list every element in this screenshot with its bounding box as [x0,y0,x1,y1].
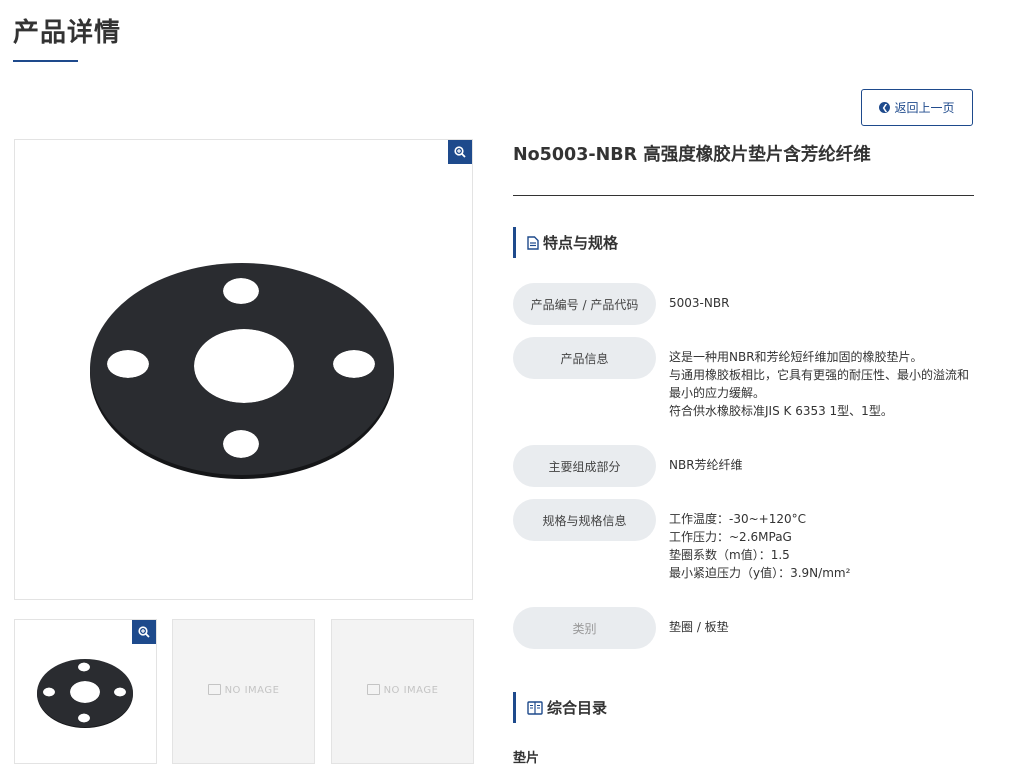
product-title: No5003-NBR 高强度橡胶片垫片含芳纶纤维 [513,145,871,165]
spec-label-spec: 规格与规格信息 [513,499,656,541]
thumbnail-2[interactable]: NO IMAGE [172,619,315,764]
page-title: 产品详情 [13,18,122,48]
specs-section-heading: 特点与规格 [513,227,618,258]
thumbnail-1[interactable] [14,619,157,764]
no-image-placeholder: NO IMAGE [173,684,314,696]
spec-label-info: 产品信息 [513,337,656,379]
gasket-thumbnail [37,659,133,728]
image-icon [207,684,221,695]
spec-value-info: 这是一种用NBR和芳纶短纤维加固的橡胶垫片。 与通用橡胶板相比，它具有更强的耐压… [669,350,970,418]
catalog-section-heading: 综合目录 [513,692,607,723]
zoom-in-icon [454,146,466,158]
spec-value-material: NBR芳纶纤维 [669,458,743,472]
spec-label-material: 主要组成部分 [513,445,656,487]
spec-label-code: 产品编号 / 产品代码 [513,283,656,325]
zoom-in-icon [138,626,150,638]
book-icon [527,700,543,715]
title-underline [13,60,78,62]
no-image-placeholder: NO IMAGE [332,684,473,696]
catalog-link-gasket[interactable]: 垫片 [513,747,539,766]
back-button-label: 返回上一页 [894,101,955,115]
spec-value-spec: 工作温度：-30~+120°C 工作压力：~2.6MPaG 垫圈系数（m值）：1… [669,512,851,580]
document-icon [527,235,539,250]
spec-value-code: 5003-NBR [669,296,730,310]
spec-value-category: 垫圈 / 板垫 [669,620,729,634]
title-divider [513,195,974,196]
back-button[interactable]: ❮ 返回上一页 [861,89,973,126]
arrow-left-circle-icon: ❮ [879,102,891,113]
thumbnail-3[interactable]: NO IMAGE [331,619,474,764]
image-icon [366,684,380,695]
gasket-image [90,263,394,479]
thumbnail-zoom-button[interactable] [132,620,156,644]
main-product-image[interactable] [14,139,473,600]
zoom-button[interactable] [448,140,472,164]
spec-label-category: 类别 [513,607,656,649]
